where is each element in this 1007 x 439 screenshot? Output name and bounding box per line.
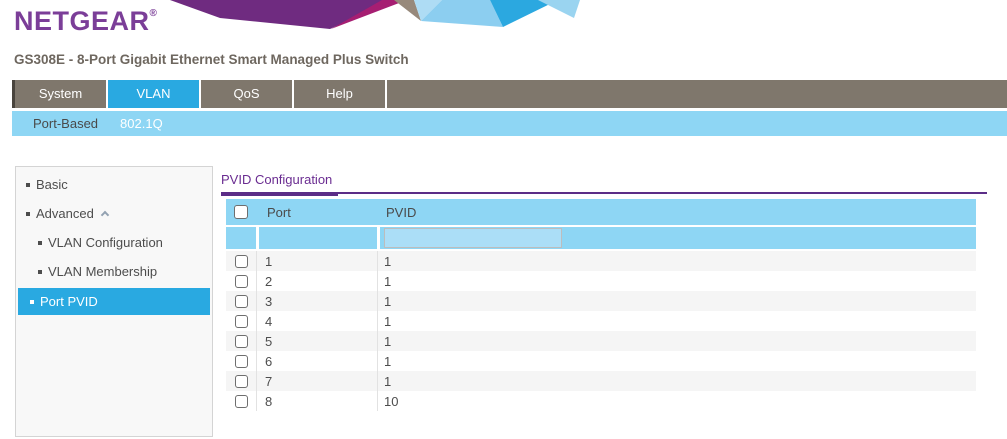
row-checkbox-cell	[226, 371, 256, 391]
filter-checkbox-cell	[226, 227, 256, 249]
sidebar-item-label: Basic	[36, 177, 68, 192]
table-filter-row	[226, 227, 976, 249]
row-checkbox[interactable]	[235, 255, 248, 268]
row-checkbox-cell	[226, 251, 256, 271]
port-cell: 1	[256, 251, 377, 271]
header-checkbox-cell	[226, 199, 256, 225]
sidebar-item-advanced[interactable]: Advanced	[16, 199, 212, 228]
sidebar-item-port-pvid[interactable]: Port PVID	[18, 288, 210, 315]
table-row: 8 10	[226, 391, 976, 411]
row-checkbox[interactable]	[235, 295, 248, 308]
registered-mark: ®	[150, 8, 158, 19]
port-cell: 6	[256, 351, 377, 371]
sidebar-item-vlan-membership[interactable]: VLAN Membership	[16, 257, 212, 286]
sidebar-item-label: VLAN Configuration	[48, 235, 163, 250]
row-checkbox-cell	[226, 291, 256, 311]
row-checkbox[interactable]	[235, 355, 248, 368]
port-cell: 7	[256, 371, 377, 391]
bullet-icon	[38, 270, 42, 274]
pvid-cell: 1	[377, 351, 976, 371]
pvid-cell: 1	[377, 291, 976, 311]
table-row: 7 1	[226, 371, 976, 391]
sidebar-item-label: Advanced	[36, 206, 94, 221]
vlan-subnav: Port-Based 802.1Q	[12, 111, 1007, 136]
subnav-8021q[interactable]: 802.1Q	[109, 111, 174, 136]
tab-help[interactable]: Help	[294, 80, 387, 108]
row-checkbox-cell	[226, 311, 256, 331]
table-row: 4 1	[226, 311, 976, 331]
header-banner-graphic	[160, 0, 580, 30]
pvid-cell: 1	[377, 331, 976, 351]
content-header: PVID Configuration	[221, 172, 987, 196]
tab-system[interactable]: System	[15, 80, 108, 108]
sidebar-item-label: VLAN Membership	[48, 264, 157, 279]
sidebar-item-vlan-configuration[interactable]: VLAN Configuration	[16, 228, 212, 257]
header-port: Port	[259, 199, 377, 225]
header-pvid: PVID	[380, 199, 976, 225]
page-title: GS308E - 8-Port Gigabit Ethernet Smart M…	[14, 52, 409, 67]
port-cell: 3	[256, 291, 377, 311]
port-cell: 4	[256, 311, 377, 331]
table-header-row: Port PVID	[226, 199, 976, 225]
pvid-cell: 10	[377, 391, 976, 411]
section-title: PVID Configuration	[221, 172, 987, 187]
subnav-port-based[interactable]: Port-Based	[22, 111, 109, 136]
table-row: 5 1	[226, 331, 976, 351]
sidebar-item-basic[interactable]: Basic	[16, 170, 212, 199]
port-cell: 8	[256, 391, 377, 411]
sidebar-item-label: Port PVID	[40, 294, 98, 309]
row-checkbox[interactable]	[235, 315, 248, 328]
table-row: 2 1	[226, 271, 976, 291]
tab-vlan[interactable]: VLAN	[108, 80, 201, 108]
title-underline	[221, 192, 987, 196]
netgear-logo: NETGEAR®	[14, 6, 157, 37]
filter-port-cell	[259, 227, 377, 249]
port-cell: 2	[256, 271, 377, 291]
table-row: 3 1	[226, 291, 976, 311]
bullet-icon	[30, 300, 34, 304]
row-checkbox-cell	[226, 271, 256, 291]
chevron-up-icon	[101, 211, 109, 219]
bullet-icon	[38, 241, 42, 245]
bullet-icon	[26, 212, 30, 216]
table-row: 1 1	[226, 251, 976, 271]
row-checkbox-cell	[226, 331, 256, 351]
filter-pvid-cell	[380, 227, 976, 249]
pvid-cell: 1	[377, 251, 976, 271]
pvid-cell: 1	[377, 271, 976, 291]
title-underline-thick	[221, 192, 338, 196]
title-underline-thin	[338, 192, 987, 194]
pvid-filter-input[interactable]	[384, 228, 562, 248]
bullet-icon	[26, 183, 30, 187]
pvid-cell: 1	[377, 371, 976, 391]
sidebar: Basic Advanced VLAN Configuration VLAN M…	[15, 166, 213, 437]
netgear-switch-admin-page: NETGEAR® GS308E - 8-Port Gigabit Etherne…	[0, 0, 1007, 439]
main-nav: System VLAN QoS Help	[12, 80, 1007, 108]
pvid-cell: 1	[377, 311, 976, 331]
port-cell: 5	[256, 331, 377, 351]
table-row: 6 1	[226, 351, 976, 371]
select-all-checkbox[interactable]	[234, 205, 248, 219]
row-checkbox[interactable]	[235, 395, 248, 408]
row-checkbox[interactable]	[235, 335, 248, 348]
pvid-table: Port PVID 1 1 2 1 3 1	[226, 199, 976, 411]
tab-qos[interactable]: QoS	[201, 80, 294, 108]
row-checkbox-cell	[226, 351, 256, 371]
row-checkbox-cell	[226, 391, 256, 411]
row-checkbox[interactable]	[235, 375, 248, 388]
netgear-logo-text: NETGEAR	[14, 6, 150, 36]
row-checkbox[interactable]	[235, 275, 248, 288]
